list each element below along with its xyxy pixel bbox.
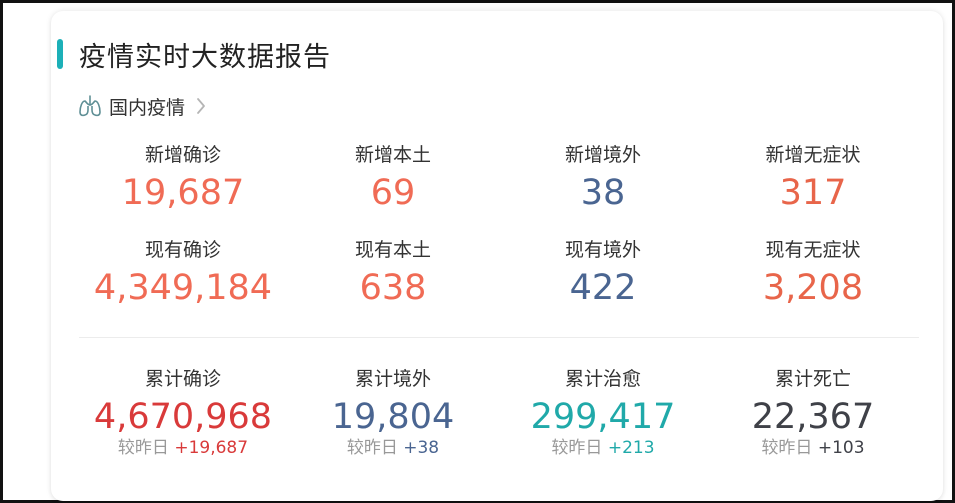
stat-label: 新增境外 <box>564 144 641 166</box>
stat-label: 新增确诊 <box>144 144 221 166</box>
stat-label: 新增本土 <box>354 144 431 166</box>
stat-label: 累计确诊 <box>144 368 221 390</box>
compare-prefix: 较昨日 <box>346 438 398 458</box>
stat-value: 638 <box>359 268 427 308</box>
stat-total-confirmed: 累计确诊 4,670,968 较昨日 +19,687 <box>83 367 283 459</box>
section-divider <box>79 337 919 338</box>
stat-label: 累计治愈 <box>564 368 641 390</box>
stat-new-imported: 新增境外 38 <box>503 143 703 215</box>
chevron-right-icon <box>197 98 205 114</box>
compare-yesterday: 较昨日 +19,687 <box>83 437 283 459</box>
stat-label: 现有无症状 <box>765 239 861 261</box>
stat-value: 19,804 <box>331 397 455 437</box>
compare-prefix: 较昨日 <box>117 438 169 458</box>
stat-value: 19,687 <box>121 173 245 213</box>
compare-yesterday: 较昨日 +103 <box>713 437 913 459</box>
stat-label: 累计境外 <box>354 368 431 390</box>
compare-prefix: 较昨日 <box>761 438 813 458</box>
compare-delta: +213 <box>607 438 655 458</box>
compare-delta: +38 <box>403 438 440 458</box>
compare-prefix: 较昨日 <box>551 438 603 458</box>
stat-value: 38 <box>580 173 626 213</box>
stat-value: 22,367 <box>751 397 875 437</box>
domestic-epidemic-link[interactable]: 国内疫情 <box>77 93 207 119</box>
section-label: 国内疫情 <box>109 96 186 119</box>
page-title: 疫情实时大数据报告 <box>79 42 331 73</box>
stat-total-deaths: 累计死亡 22,367 较昨日 +103 <box>713 367 913 459</box>
stat-new-confirmed: 新增确诊 19,687 <box>83 143 283 215</box>
stat-new-local: 新增本土 69 <box>293 143 493 215</box>
stat-value: 4,670,968 <box>93 397 273 437</box>
stat-current-confirmed: 现有确诊 4,349,184 <box>83 238 283 310</box>
stat-value: 299,417 <box>530 397 676 437</box>
stat-current-local: 现有本土 638 <box>293 238 493 310</box>
stat-label: 现有本土 <box>354 239 431 261</box>
epidemic-report-card: 疫情实时大数据报告 国内疫情 新增确诊 19,687 新增本土 69 新增境外 … <box>51 11 943 501</box>
stat-value: 317 <box>779 173 847 213</box>
title-accent-bar <box>57 39 63 69</box>
lung-icon <box>79 95 101 117</box>
compare-delta: +19,687 <box>174 438 249 458</box>
stat-value: 3,208 <box>762 268 864 308</box>
compare-yesterday: 较昨日 +213 <box>503 437 703 459</box>
stat-value: 422 <box>569 268 637 308</box>
stat-label: 现有确诊 <box>144 239 221 261</box>
stat-new-asymptomatic: 新增无症状 317 <box>713 143 913 215</box>
stat-current-asymptomatic: 现有无症状 3,208 <box>713 238 913 310</box>
screenshot-frame: 疫情实时大数据报告 国内疫情 新增确诊 19,687 新增本土 69 新增境外 … <box>0 0 955 503</box>
stat-total-recovered: 累计治愈 299,417 较昨日 +213 <box>503 367 703 459</box>
stat-label: 现有境外 <box>564 239 641 261</box>
stat-label: 新增无症状 <box>765 144 861 166</box>
stat-label: 累计死亡 <box>774 368 851 390</box>
compare-delta: +103 <box>817 438 865 458</box>
stat-value: 69 <box>370 173 416 213</box>
stat-current-imported: 现有境外 422 <box>503 238 703 310</box>
stat-value: 4,349,184 <box>93 268 273 308</box>
compare-yesterday: 较昨日 +38 <box>293 437 493 459</box>
stat-total-imported: 累计境外 19,804 较昨日 +38 <box>293 367 493 459</box>
